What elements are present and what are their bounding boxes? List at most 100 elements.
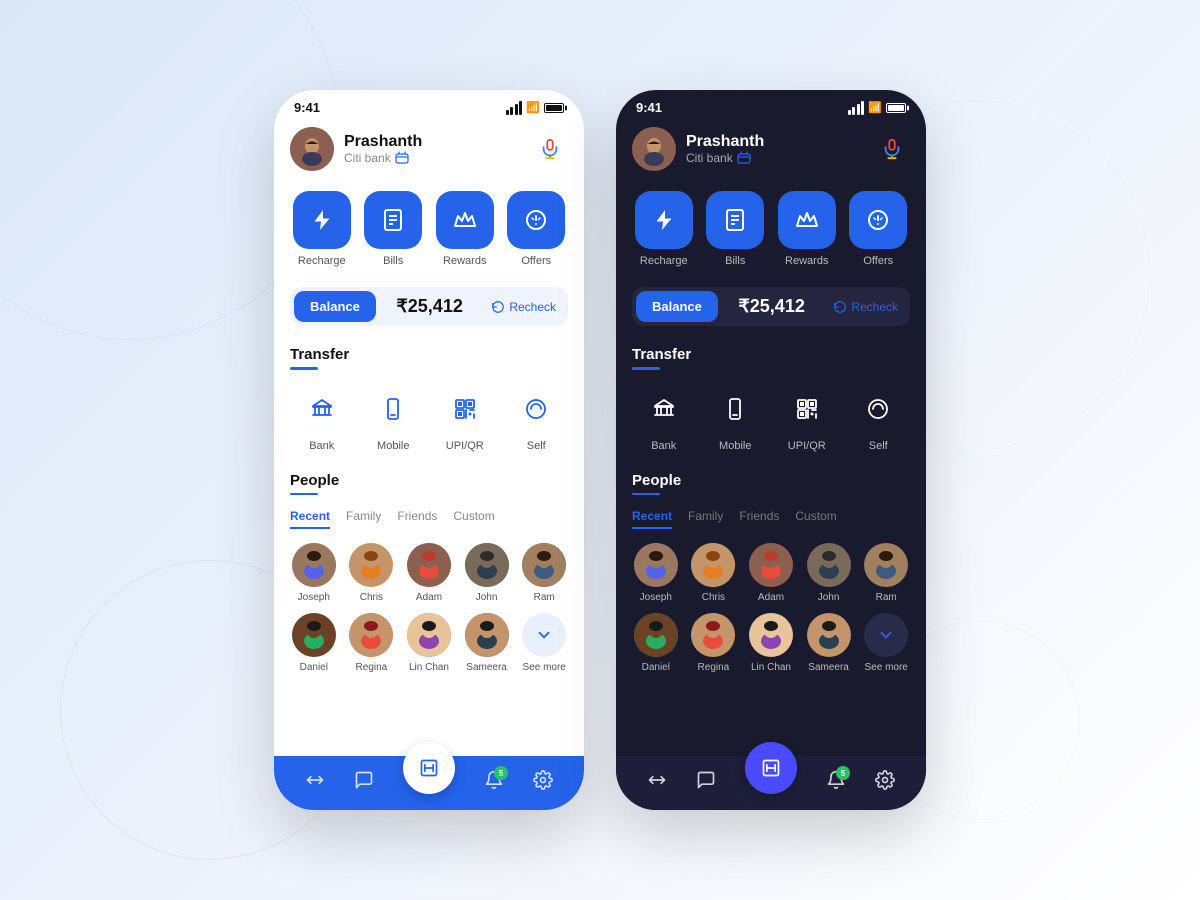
person-avatar [864,543,908,587]
transfer-label-mobile: Mobile [719,440,751,452]
person-joseph[interactable]: Joseph [632,543,680,603]
transfer-label-mobile: Mobile [377,440,409,452]
person-adam[interactable]: Adam [405,543,453,603]
person-name: Daniel [300,662,328,673]
person-avatar [691,613,735,657]
notification-badge: 5 [836,766,850,780]
person-see-more[interactable]: See more [520,613,568,673]
person-name: Joseph [640,592,672,603]
person-lin-chan[interactable]: Lin Chan [747,613,795,673]
person-regina[interactable]: Regina [348,613,396,673]
recheck-button[interactable]: Recheck [825,294,906,320]
nav-chat[interactable] [354,770,374,790]
transfer-bank[interactable]: Bank [632,384,696,452]
person-avatar [634,613,678,657]
action-offers[interactable]: Offers [847,191,911,267]
person-chris[interactable]: Chris [690,543,738,603]
transfer-mobile[interactable]: Mobile [362,384,426,452]
transfer-options: Bank Mobile UPI/QR Self [632,384,910,452]
wifi-icon: 📶 [868,101,882,114]
recheck-button[interactable]: Recheck [483,294,564,320]
transfer-mobile[interactable]: Mobile [704,384,768,452]
signal-icon [506,101,523,115]
nav-scan-center[interactable] [745,742,797,794]
people-tab-family[interactable]: Family [688,509,723,529]
transfer-upiqr[interactable]: UPI/QR [775,384,839,452]
person-sameera[interactable]: Sameera [805,613,853,673]
nav-scan-center[interactable] [403,742,455,794]
person-ram[interactable]: Ram [862,543,910,603]
user-name: Prashanth [344,133,422,151]
transfer-label-self: Self [869,440,888,452]
transfer-icon-self [511,384,561,434]
nav-transfer[interactable] [647,770,667,790]
person-avatar [807,543,851,587]
people-row2: Daniel Regina Lin [290,613,568,673]
transfer-self[interactable]: Self [505,384,569,452]
person-ram[interactable]: Ram [520,543,568,603]
balance-tab[interactable]: Balance [294,291,376,322]
header-left: Prashanth Citi bank [290,127,422,171]
mic-button[interactable] [874,131,910,167]
action-offers[interactable]: Offers [505,191,569,267]
nav-transfer[interactable] [305,770,325,790]
person-chris[interactable]: Chris [348,543,396,603]
people-tab-friends[interactable]: Friends [739,509,779,529]
action-recharge[interactable]: Recharge [632,191,696,267]
people-tab-friends[interactable]: Friends [397,509,437,529]
people-tab-custom[interactable]: Custom [795,509,836,529]
transfer-icon-bank [639,384,689,434]
person-john[interactable]: John [805,543,853,603]
status-bar: 9:41 📶 [616,90,926,119]
people-tab-recent[interactable]: Recent [632,509,672,529]
person-avatar [807,613,851,657]
nav-bell[interactable]: 5 [484,770,504,790]
person-joseph[interactable]: Joseph [290,543,338,603]
people-tab-recent[interactable]: Recent [290,509,330,529]
person-lin-chan[interactable]: Lin Chan [405,613,453,673]
person-avatar [691,543,735,587]
person-daniel[interactable]: Daniel [290,613,338,673]
person-name: Lin Chan [751,662,791,673]
nav-bell[interactable]: 5 [826,770,846,790]
transfer-title: Transfer [632,346,910,363]
nav-chat[interactable] [696,770,716,790]
mic-button[interactable] [532,131,568,167]
action-bills[interactable]: Bills [362,191,426,267]
action-icon-bills [706,191,764,249]
people-tab-custom[interactable]: Custom [453,509,494,529]
transfer-self[interactable]: Self [847,384,911,452]
person-sameera[interactable]: Sameera [463,613,511,673]
person-john[interactable]: John [463,543,511,603]
status-bar: 9:41 📶 [274,90,584,119]
action-icon-bills [364,191,422,249]
person-see-more[interactable]: See more [862,613,910,673]
person-name: Lin Chan [409,662,449,673]
person-regina[interactable]: Regina [690,613,738,673]
user-bank: Citi bank [344,151,422,165]
transfer-options: Bank Mobile UPI/QR Self [290,384,568,452]
transfer-bank[interactable]: Bank [290,384,354,452]
people-title: People [632,472,910,489]
action-icon-rewards [778,191,836,249]
action-recharge[interactable]: Recharge [290,191,354,267]
avatar [290,127,334,171]
people-tabs: Recent Family Friends Custom [290,509,568,529]
person-daniel[interactable]: Daniel [632,613,680,673]
action-rewards[interactable]: Rewards [775,191,839,267]
action-rewards[interactable]: Rewards [433,191,497,267]
person-adam[interactable]: Adam [747,543,795,603]
transfer-label-bank: Bank [309,440,334,452]
people-tab-family[interactable]: Family [346,509,381,529]
nav-gear[interactable] [875,770,895,790]
balance-tab[interactable]: Balance [636,291,718,322]
status-time: 9:41 [636,100,662,115]
action-bills[interactable]: Bills [704,191,768,267]
nav-gear[interactable] [533,770,553,790]
person-name: Regina [356,662,388,673]
transfer-upiqr[interactable]: UPI/QR [433,384,497,452]
person-name: John [476,592,498,603]
transfer-label-bank: Bank [651,440,676,452]
bottom-nav: 5 [616,756,926,810]
people-section: People Recent Family Friends Custom Joseph C… [632,472,910,674]
